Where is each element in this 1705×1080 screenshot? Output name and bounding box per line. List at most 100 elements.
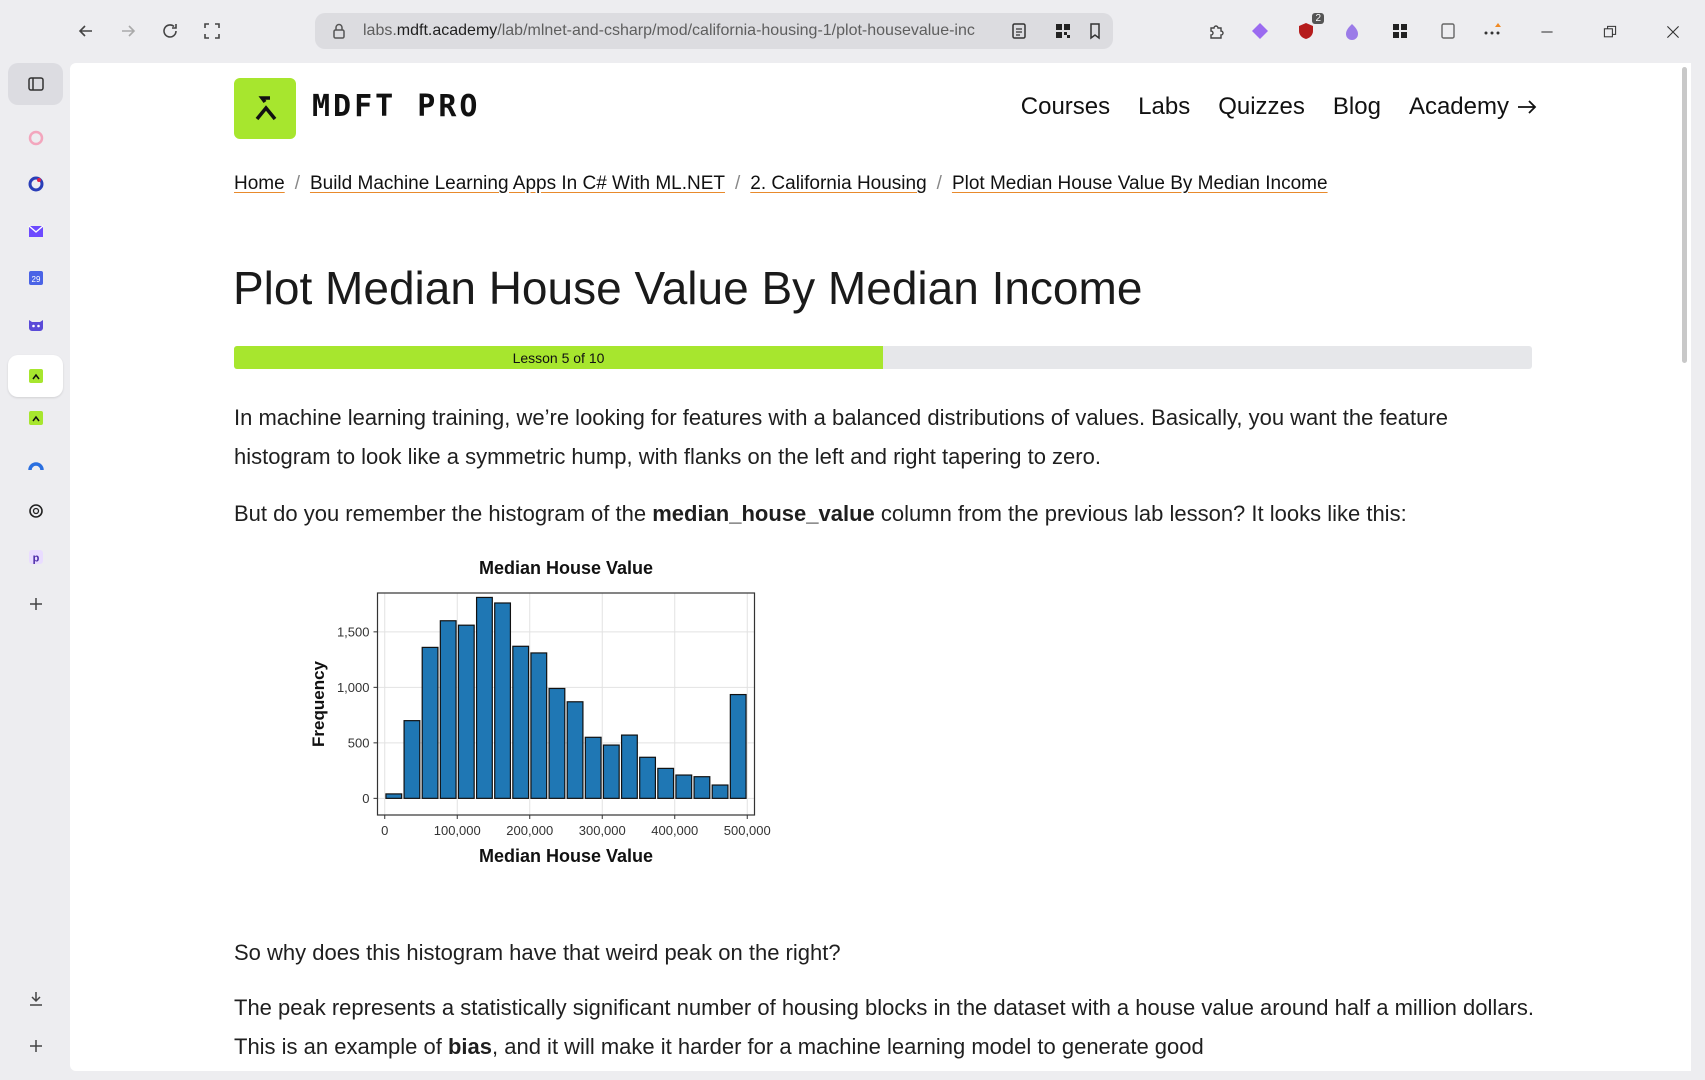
histogram-bar xyxy=(439,620,457,799)
paragraph-bias: The peak represents a statistically sign… xyxy=(234,988,1534,1066)
paragraph-histogram-reference: But do you remember the histogram of the… xyxy=(234,494,1534,533)
breadcrumb-current[interactable]: Plot Median House Value By Median Income xyxy=(952,173,1328,195)
breadcrumb: Home / Build Machine Learning Apps In C#… xyxy=(234,173,1328,195)
y-tick-label: 0 xyxy=(362,791,369,806)
purple-extension-icon[interactable] xyxy=(1340,19,1364,43)
mdft-logo-icon xyxy=(28,369,43,383)
histogram-bar xyxy=(530,652,548,799)
histogram-bar xyxy=(693,776,711,799)
restore-icon xyxy=(1603,25,1617,38)
breadcrumb-separator: / xyxy=(735,173,741,194)
sidebar-app-mdft-active[interactable] xyxy=(8,355,63,397)
breadcrumb-course[interactable]: Build Machine Learning Apps In C# With M… xyxy=(310,173,725,195)
histogram-bar xyxy=(566,701,584,799)
text-span: , and it will make it harder for a machi… xyxy=(492,1034,1204,1059)
close-icon xyxy=(1667,26,1679,38)
histogram-bar xyxy=(602,744,620,799)
histogram-bar xyxy=(584,736,602,799)
more-menu-icon[interactable] xyxy=(1480,19,1504,43)
sidebar-toggle-button[interactable] xyxy=(8,63,63,105)
arrow-right-icon xyxy=(1518,100,1537,114)
mail-icon xyxy=(28,225,43,237)
url-text: labs.mdft.academy/lab/mlnet-and-csharp/m… xyxy=(363,22,975,39)
ring-app-icon xyxy=(28,176,43,192)
histogram-chart: Median House Value 0 100,000 200,000 300,00… xyxy=(309,558,771,866)
cat-app-icon xyxy=(28,320,43,331)
reader-mode-icon[interactable] xyxy=(1009,21,1029,41)
column-name-bold: median_house_value xyxy=(652,501,875,526)
plus-icon xyxy=(29,1040,42,1052)
sidebar-panel-icon xyxy=(27,77,44,91)
histogram-bar xyxy=(639,756,657,799)
extensions-puzzle-icon[interactable] xyxy=(1204,19,1228,43)
histogram-bar xyxy=(385,793,403,799)
nav-academy[interactable]: Academy xyxy=(1409,93,1539,121)
gem-extension-icon[interactable] xyxy=(1248,19,1272,43)
bookmark-icon[interactable] xyxy=(1085,21,1105,41)
sidebar-app-circle[interactable] xyxy=(8,117,63,159)
qr-code-icon[interactable] xyxy=(1053,21,1073,41)
site-brand[interactable]: MDFT PRO xyxy=(312,89,481,124)
calendar-icon: 29 xyxy=(28,271,43,285)
svg-text:p: p xyxy=(32,553,39,565)
nav-blog[interactable]: Blog xyxy=(1333,93,1381,121)
reload-button[interactable] xyxy=(155,16,185,46)
breadcrumb-module[interactable]: 2. California Housing xyxy=(750,173,926,195)
sidebar-add-app-button[interactable] xyxy=(8,583,63,625)
sidebar-app-mail[interactable] xyxy=(8,210,63,252)
download-icon xyxy=(29,992,42,1006)
paragraph-intro: In machine learning training, we’re look… xyxy=(234,405,1448,469)
svg-text:29: 29 xyxy=(31,275,40,284)
sidebar-downloads-button[interactable] xyxy=(8,978,63,1020)
chart-title: Median House Value xyxy=(479,558,653,578)
sidebar-app-arc[interactable] xyxy=(8,443,63,485)
mdft-logo-icon xyxy=(28,411,43,425)
sidebar-new-button[interactable] xyxy=(8,1025,63,1067)
restore-button[interactable] xyxy=(1596,18,1624,46)
histogram-bar xyxy=(711,784,729,799)
close-window-button[interactable] xyxy=(1659,18,1687,46)
lesson-progress-bar: Lesson 5 of 10 xyxy=(234,346,1532,369)
nav-quizzes[interactable]: Quizzes xyxy=(1218,93,1305,121)
page-title: Plot Median House Value By Median Income xyxy=(233,262,1143,314)
sidebar-app-p[interactable]: p xyxy=(8,536,63,578)
chatgpt-icon xyxy=(28,504,43,518)
histogram-bar xyxy=(457,624,475,799)
forward-button[interactable] xyxy=(113,16,143,46)
page-scrollbar[interactable] xyxy=(1682,67,1687,363)
lesson-progress-label: Lesson 5 of 10 xyxy=(512,349,605,366)
y-axis-label: Frequency xyxy=(309,660,328,747)
histogram-bar xyxy=(475,596,493,799)
sidebar-app-mdft[interactable] xyxy=(8,397,63,439)
sidebar-app-cat[interactable] xyxy=(8,303,63,345)
x-tick-label: 400,000 xyxy=(651,823,698,838)
nav-courses[interactable]: Courses xyxy=(1021,93,1110,121)
histogram-bar xyxy=(620,734,638,799)
histogram-bar xyxy=(675,774,693,799)
address-bar[interactable]: labs.mdft.academy/lab/mlnet-and-csharp/m… xyxy=(315,13,1113,49)
ublock-shield-icon[interactable]: 2 xyxy=(1294,13,1324,43)
back-button[interactable] xyxy=(71,16,101,46)
histogram-bar xyxy=(729,693,747,799)
screenshot-button[interactable] xyxy=(197,16,227,46)
sidebar-app-ring[interactable] xyxy=(8,163,63,205)
y-tick-label: 1,500 xyxy=(337,624,370,639)
breadcrumb-home[interactable]: Home xyxy=(234,173,285,195)
sidebar-app-chatgpt[interactable] xyxy=(8,490,63,532)
histogram-bar xyxy=(548,687,566,799)
x-tick-label: 200,000 xyxy=(506,823,553,838)
nav-labs[interactable]: Labs xyxy=(1138,93,1190,121)
minimize-button[interactable] xyxy=(1533,18,1561,46)
x-tick-label: 300,000 xyxy=(579,823,626,838)
text-span: But do you remember the histogram of the xyxy=(234,501,653,526)
text-span: column from the previous lab lesson? It … xyxy=(874,501,1407,526)
pink-circle-icon xyxy=(28,130,43,146)
document-icon[interactable] xyxy=(1436,19,1460,43)
apps-grid-icon[interactable] xyxy=(1388,19,1412,43)
y-tick-label: 1,000 xyxy=(337,680,370,695)
main-nav: Courses Labs Quizzes Blog Academy xyxy=(1021,93,1539,121)
browser-sidebar: 29 p xyxy=(0,63,70,1080)
x-tick-label: 500,000 xyxy=(724,823,771,838)
site-logo[interactable] xyxy=(234,78,296,139)
sidebar-app-calendar[interactable]: 29 xyxy=(8,257,63,299)
